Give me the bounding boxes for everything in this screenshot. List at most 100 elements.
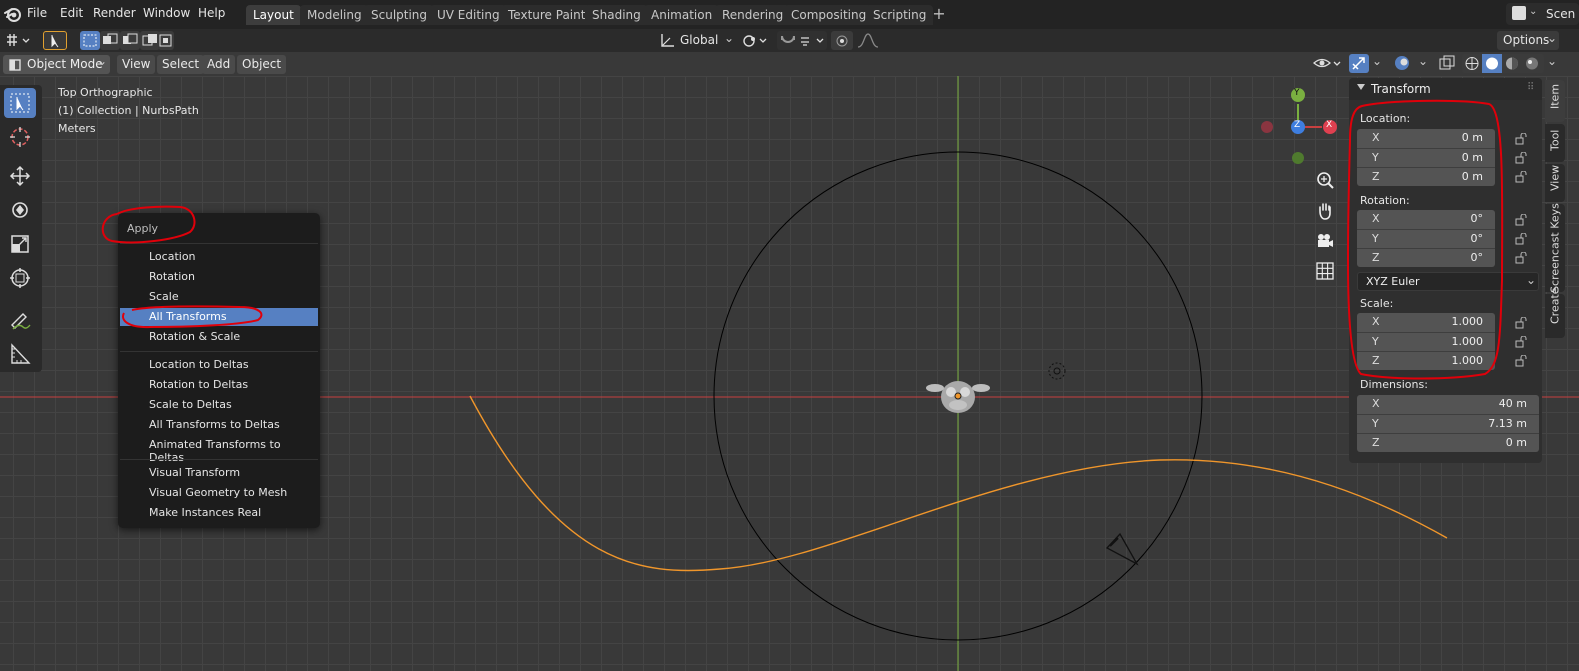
menu-item-location[interactable]: Location xyxy=(120,248,318,266)
menu-object[interactable]: Object xyxy=(237,55,287,74)
tab-animation[interactable]: Animation xyxy=(644,5,720,25)
lock-icon[interactable] xyxy=(1514,336,1528,348)
tab-rendering[interactable]: Rendering xyxy=(715,5,791,25)
light-object-icon[interactable] xyxy=(1048,362,1066,380)
menu-item-make-instances-real[interactable]: Make Instances Real xyxy=(120,504,318,522)
dimensions-x-field[interactable]: X 40 m xyxy=(1357,395,1539,414)
menu-item-scale[interactable]: Scale xyxy=(120,288,318,306)
camera-view-button[interactable] xyxy=(1311,227,1339,255)
editor-type-button[interactable] xyxy=(3,31,33,50)
transform-orientation-select[interactable]: Global ⌄ xyxy=(656,31,736,50)
lock-icon[interactable] xyxy=(1514,152,1528,164)
rendered-shading-icon[interactable] xyxy=(1526,57,1538,70)
select-mode-intersect-button[interactable] xyxy=(158,31,174,50)
add-workspace-button[interactable]: + xyxy=(930,5,948,23)
tool-annotate[interactable] xyxy=(4,305,36,335)
pan-button[interactable] xyxy=(1311,197,1339,225)
scale-x-field[interactable]: X 1.000 xyxy=(1357,313,1495,332)
scene-selector[interactable]: ⌄ Scen xyxy=(1506,3,1579,25)
menu-item-location-to-deltas[interactable]: Location to Deltas xyxy=(120,356,318,374)
select-tool-button[interactable] xyxy=(43,31,67,50)
wireframe-shading-icon[interactable] xyxy=(1465,57,1479,70)
rotation-y-field[interactable]: Y 0° xyxy=(1357,229,1495,248)
sidebar-tab-tool[interactable]: Tool xyxy=(1545,124,1565,162)
tab-sculpting[interactable]: Sculpting xyxy=(364,5,435,25)
lock-icon[interactable] xyxy=(1514,355,1528,367)
menu-item-visual-transform[interactable]: Visual Transform xyxy=(120,464,318,482)
lock-icon[interactable] xyxy=(1514,233,1528,245)
rotation-x-field[interactable]: X 0° xyxy=(1357,210,1495,229)
snap-select[interactable] xyxy=(777,31,827,50)
chevron-down-icon[interactable]: ⌄ xyxy=(1372,54,1382,68)
gizmo-neg-x-handle[interactable] xyxy=(1261,121,1273,133)
lock-icon[interactable] xyxy=(1514,252,1528,264)
select-mode-invert-button[interactable] xyxy=(140,31,160,50)
tool-scale[interactable] xyxy=(4,229,36,259)
menu-item-all-transforms[interactable]: All Transforms xyxy=(120,308,318,326)
tab-layout[interactable]: Layout xyxy=(246,5,301,25)
tab-uv-editing[interactable]: UV Editing xyxy=(430,5,507,25)
scale-y-field[interactable]: Y 1.000 xyxy=(1357,332,1495,351)
ortho-toggle-button[interactable] xyxy=(1311,257,1339,285)
sidebar-tab-create[interactable]: Create xyxy=(1545,287,1565,338)
tool-move[interactable] xyxy=(4,161,36,191)
tool-cursor[interactable] xyxy=(4,122,36,152)
mode-select[interactable]: Object Mode ⌄ xyxy=(3,54,110,74)
scale-z-field[interactable]: Z 1.000 xyxy=(1357,351,1495,370)
menu-help[interactable]: Help xyxy=(198,6,225,20)
menu-render[interactable]: Render xyxy=(93,6,136,20)
tab-shading[interactable]: Shading xyxy=(585,5,648,25)
chevron-down-icon[interactable]: ⌄ xyxy=(1418,54,1428,68)
select-mode-subtract-button[interactable] xyxy=(120,31,140,50)
options-button[interactable]: Options ⌄ xyxy=(1497,31,1559,50)
transform-panel-header[interactable]: Transform ⠿ xyxy=(1349,78,1542,100)
menu-item-all-transforms-to-deltas[interactable]: All Transforms to Deltas xyxy=(120,416,318,434)
proportional-falloff-select[interactable] xyxy=(855,31,883,50)
xray-toggle[interactable] xyxy=(1437,54,1457,73)
menu-add[interactable]: Add xyxy=(202,55,236,74)
tool-select-box[interactable] xyxy=(4,88,36,118)
camera-object-icon[interactable] xyxy=(1105,532,1139,566)
tab-texture-paint[interactable]: Texture Paint xyxy=(501,5,593,25)
drag-handle-icon[interactable]: ⠿ xyxy=(1527,82,1534,93)
sidebar-tab-screencast-keys[interactable]: Screencast Keys xyxy=(1545,203,1565,293)
menu-item-rotation[interactable]: Rotation xyxy=(120,268,318,286)
location-z-field[interactable]: Z 0 m xyxy=(1357,167,1495,186)
menu-item-rotation-scale[interactable]: Rotation & Scale xyxy=(120,328,318,346)
gizmo-neg-y-handle[interactable] xyxy=(1292,152,1304,164)
menu-file[interactable]: File xyxy=(27,6,47,20)
menu-item-animated-transforms-to-deltas[interactable]: Animated Transforms to Deltas xyxy=(120,436,318,464)
tool-rotate[interactable] xyxy=(4,195,36,225)
menu-item-rotation-to-deltas[interactable]: Rotation to Deltas xyxy=(120,376,318,394)
lock-icon[interactable] xyxy=(1514,133,1528,145)
pivot-point-select[interactable] xyxy=(741,31,771,50)
menu-item-scale-to-deltas[interactable]: Scale to Deltas xyxy=(120,396,318,414)
blender-logo-icon[interactable] xyxy=(4,5,22,23)
menu-view[interactable]: View xyxy=(117,55,156,74)
lock-icon[interactable] xyxy=(1514,171,1528,183)
tab-modeling[interactable]: Modeling xyxy=(300,5,369,25)
lock-icon[interactable] xyxy=(1514,317,1528,329)
rotation-z-field[interactable]: Z 0° xyxy=(1357,248,1495,267)
lock-icon[interactable] xyxy=(1514,214,1528,226)
select-mode-extend-button[interactable] xyxy=(100,31,120,50)
sidebar-tab-view[interactable]: View xyxy=(1545,164,1565,202)
tab-scripting[interactable]: Scripting xyxy=(866,5,934,25)
location-y-field[interactable]: Y 0 m xyxy=(1357,148,1495,167)
dimensions-y-field[interactable]: Y 7.13 m xyxy=(1357,414,1539,433)
gizmo-toggle[interactable] xyxy=(1349,54,1369,73)
zoom-button[interactable] xyxy=(1311,167,1339,195)
menu-edit[interactable]: Edit xyxy=(60,6,83,20)
select-mode-new-button[interactable] xyxy=(80,31,100,50)
visibility-select[interactable] xyxy=(1312,54,1344,73)
tool-transform[interactable] xyxy=(4,263,36,293)
rotation-mode-select[interactable]: XYZ Euler ⌄ xyxy=(1357,272,1539,291)
tool-measure[interactable] xyxy=(4,339,36,369)
proportional-edit-toggle[interactable] xyxy=(831,31,853,50)
tab-compositing[interactable]: Compositing xyxy=(784,5,874,25)
location-x-field[interactable]: X 0 m xyxy=(1357,129,1495,148)
menu-select[interactable]: Select xyxy=(157,55,205,74)
chevron-down-icon[interactable]: ⌄ xyxy=(1547,54,1557,68)
sidebar-tab-item[interactable]: Item xyxy=(1545,80,1565,122)
material-shading-icon[interactable] xyxy=(1506,57,1518,70)
